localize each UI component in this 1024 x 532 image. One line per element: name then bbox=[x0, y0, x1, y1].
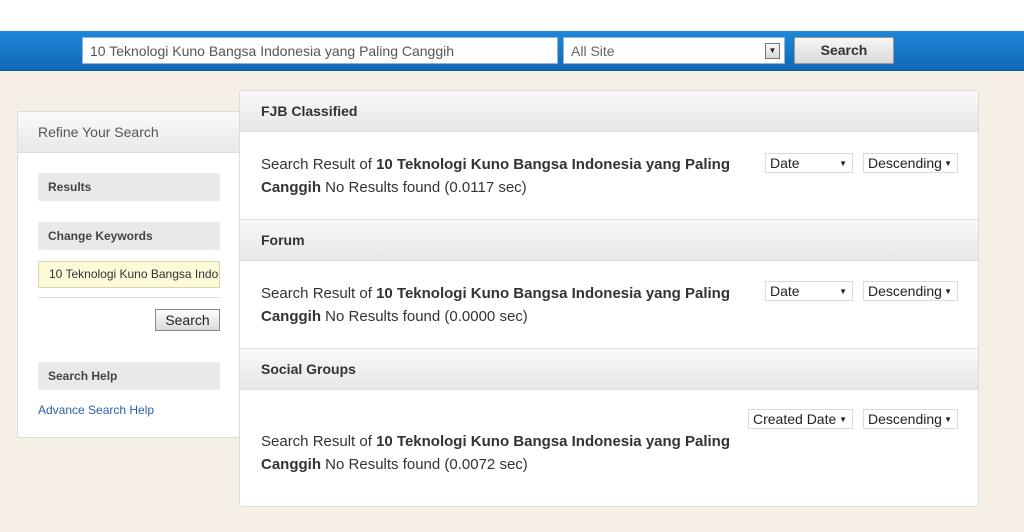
sort-order-select[interactable]: Descending ▼ bbox=[863, 281, 958, 301]
sort-order-value: Descending bbox=[868, 411, 942, 427]
section-header-fjb: FJB Classified bbox=[240, 91, 978, 132]
search-scope-select[interactable]: All Site ▼ bbox=[563, 37, 785, 64]
result-status: No Results found (0.0117 sec) bbox=[325, 179, 527, 196]
change-keywords-heading: Change Keywords bbox=[38, 222, 220, 250]
advance-search-help-link[interactable]: Advance Search Help bbox=[38, 403, 154, 417]
top-search-input[interactable]: 10 Teknologi Kuno Bangsa Indonesia yang … bbox=[82, 37, 558, 64]
results-heading: Results bbox=[38, 173, 220, 201]
sort-field-value: Created Date bbox=[753, 411, 837, 427]
top-search-bar: 10 Teknologi Kuno Bangsa Indonesia yang … bbox=[0, 31, 1024, 71]
chevron-down-icon: ▼ bbox=[944, 287, 952, 296]
sort-order-value: Descending bbox=[868, 283, 942, 299]
chevron-down-icon: ▼ bbox=[839, 159, 847, 168]
chevron-down-icon: ▼ bbox=[944, 415, 952, 424]
sort-field-value: Date bbox=[770, 155, 800, 171]
chevron-down-icon[interactable]: ▼ bbox=[765, 43, 780, 59]
chevron-down-icon: ▼ bbox=[839, 287, 847, 296]
results-panel: FJB Classified Search Result of 10 Tekno… bbox=[239, 90, 979, 507]
chevron-down-icon: ▼ bbox=[839, 415, 847, 424]
search-scope-value: All Site bbox=[571, 43, 615, 59]
refine-search-title: Refine Your Search bbox=[18, 112, 248, 153]
result-summary-forum: Search Result of 10 Teknologi Kuno Bangs… bbox=[261, 282, 751, 328]
result-status: No Results found (0.0072 sec) bbox=[325, 456, 528, 473]
sort-order-value: Descending bbox=[868, 155, 942, 171]
top-search-button[interactable]: Search bbox=[794, 37, 894, 64]
sort-field-value: Date bbox=[770, 283, 800, 299]
result-summary-fjb: Search Result of 10 Teknologi Kuno Bangs… bbox=[261, 153, 751, 199]
result-prefix: Search Result of bbox=[261, 285, 372, 302]
sort-field-select[interactable]: Created Date ▼ bbox=[748, 409, 853, 429]
search-help-heading: Search Help bbox=[38, 362, 220, 390]
sort-order-select[interactable]: Descending ▼ bbox=[863, 153, 958, 173]
result-summary-social-groups: Search Result of 10 Teknologi Kuno Bangs… bbox=[261, 430, 751, 476]
section-header-social-groups: Social Groups bbox=[240, 348, 978, 390]
result-prefix: Search Result of bbox=[261, 156, 372, 173]
keyword-input[interactable]: 10 Teknologi Kuno Bangsa Indonesia yang … bbox=[38, 261, 220, 288]
divider bbox=[38, 297, 220, 298]
result-status: No Results found (0.0000 sec) bbox=[325, 308, 528, 325]
refine-search-panel: Refine Your Search Results Change Keywor… bbox=[17, 111, 249, 438]
result-prefix: Search Result of bbox=[261, 433, 372, 450]
top-spacer bbox=[0, 0, 1024, 31]
sort-field-select[interactable]: Date ▼ bbox=[765, 281, 853, 301]
sort-order-select[interactable]: Descending ▼ bbox=[863, 409, 958, 429]
section-header-forum: Forum bbox=[240, 219, 978, 261]
sidebar-search-button[interactable]: Search bbox=[155, 309, 220, 331]
sort-field-select[interactable]: Date ▼ bbox=[765, 153, 853, 173]
chevron-down-icon: ▼ bbox=[944, 159, 952, 168]
